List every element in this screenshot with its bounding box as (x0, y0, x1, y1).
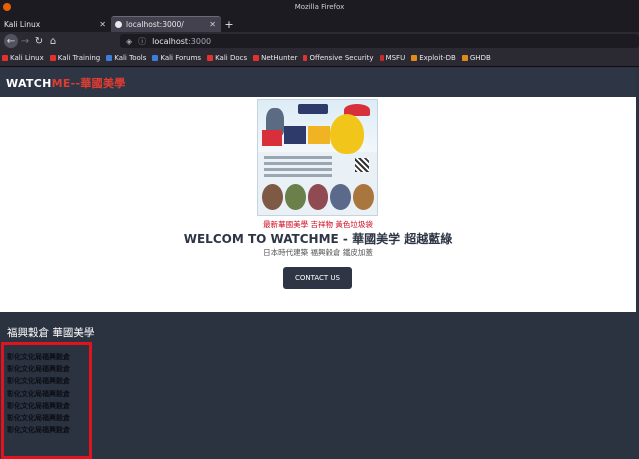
tab-localhost[interactable]: localhost:3000/ ✕ (111, 16, 221, 32)
bookmark-msfu[interactable]: MSFU (379, 54, 406, 62)
bookmark-label: Kali Docs (215, 54, 248, 62)
bookmark-ghdb[interactable]: GHDB (461, 54, 491, 62)
list-item: 彰化文化局福興穀倉 (7, 353, 70, 361)
poster-logo (298, 104, 328, 114)
exploitdb-icon (411, 55, 418, 61)
bookmark-label: Kali Forums (160, 54, 202, 62)
bookmark-label: Exploit-DB (419, 54, 456, 62)
page-info-icon[interactable]: ⓘ (138, 36, 146, 47)
poster-qr-code (355, 158, 369, 172)
url-port: :3000 (188, 36, 212, 46)
bookmark-kali-training[interactable]: Kali Training (49, 54, 101, 62)
hero-subtitle: 日本時代建築 福興穀倉 鐵皮加蓋 (263, 248, 373, 257)
promo-link[interactable]: 最新華國美學 吉祥物 黃色垃圾袋 (0, 219, 636, 230)
list-item: 彰化文化局福興穀倉 (7, 365, 70, 374)
bookmark-label: Offensive Security (309, 54, 374, 62)
site-header: WATCHME--華國美學 (0, 68, 636, 97)
kali-icon (106, 55, 113, 61)
url-bar[interactable]: ◈ ⓘ localhost:3000 (120, 34, 639, 48)
kali-icon (49, 55, 56, 61)
poster-title-block (308, 126, 330, 144)
offsec-icon (303, 55, 308, 61)
kali-icon (253, 55, 260, 61)
list-item: 彰化文化局福興穀倉 (7, 426, 70, 435)
hero-title: WELCOM TO WATCHME - 華國美学 超越藍綠 (183, 232, 453, 246)
tab-label: localhost:3000/ (126, 20, 184, 29)
granary-section: 福興穀倉 華國美學 彰化文化局福興穀倉 彰化文化局福興穀倉 彰化文化局福興穀倉 … (0, 312, 636, 459)
kali-icon (207, 55, 214, 61)
bookmark-offensive-security[interactable]: Offensive Security (303, 54, 374, 62)
close-icon[interactable]: ✕ (209, 20, 216, 29)
tab-strip: Kali Linux ✕ localhost:3000/ ✕ + (0, 14, 639, 32)
reload-button[interactable]: ↻ (32, 34, 46, 48)
poster-mascot (330, 114, 364, 154)
site-brand[interactable]: WATCHME--華國美學 (6, 75, 126, 91)
granary-list: 彰化文化局福興穀倉 彰化文化局福興穀倉 彰化文化局福興穀倉 彰化文化局福興穀倉 … (7, 351, 70, 436)
msfu-icon (379, 55, 384, 61)
window-titlebar: Mozilla Firefox (0, 0, 639, 14)
bookmark-label: Kali Training (57, 54, 101, 62)
hero-section: 最新華國美學 吉祥物 黃色垃圾袋 WELCOM TO WATCHME - 華國美… (0, 97, 636, 312)
bookmark-label: GHDB (469, 54, 491, 62)
list-item: 彰化文化局福興穀倉 (7, 401, 70, 410)
navigation-toolbar: ← → ↻ ⌂ ◈ ⓘ localhost:3000 (0, 32, 639, 50)
bookmarks-toolbar: Kali Linux Kali Training Kali Tools Kali… (0, 50, 639, 67)
list-item: 彰化文化局福興穀倉 (7, 414, 70, 423)
window-title: Mozilla Firefox (294, 3, 345, 11)
url-host: localhost (152, 36, 189, 46)
exploitdb-icon (461, 55, 468, 61)
poster-text-lines (264, 156, 332, 180)
mascot-poster-image (257, 99, 378, 216)
close-icon[interactable]: ✕ (99, 20, 106, 29)
tab-label: Kali Linux (4, 19, 41, 29)
brand-white-text: WATCH (6, 76, 52, 90)
list-item: 彰化文化局福興穀倉 (7, 389, 70, 398)
poster-title-block (284, 126, 306, 144)
bookmark-label: MSFU (385, 54, 406, 62)
bookmark-kali-linux[interactable]: Kali Linux (2, 54, 44, 62)
web-page: WATCHME--華國美學 最新華國美學 吉祥物 黃色垃圾袋 WELCOM TO… (0, 68, 636, 459)
contact-us-button[interactable]: CONTACT US (283, 267, 352, 289)
forward-button[interactable]: → (18, 34, 32, 48)
bookmark-kali-docs[interactable]: Kali Docs (207, 54, 247, 62)
brand-red-text: ME--華國美學 (51, 76, 126, 90)
home-button[interactable]: ⌂ (46, 34, 60, 48)
shield-icon[interactable]: ◈ (126, 37, 132, 46)
bookmark-label: Kali Tools (114, 54, 147, 62)
kali-icon (2, 55, 8, 61)
new-tab-button[interactable]: + (221, 16, 237, 32)
back-button[interactable]: ← (4, 34, 18, 48)
bookmark-label: NetHunter (261, 54, 298, 62)
poster-photo-row (262, 184, 374, 210)
poster-title-block (262, 130, 282, 146)
bookmark-exploit-db[interactable]: Exploit-DB (411, 54, 456, 62)
bookmark-label: Kali Linux (10, 54, 44, 62)
section-title: 福興穀倉 華國美學 (7, 327, 95, 339)
tab-kali-linux[interactable]: Kali Linux ✕ (0, 16, 111, 32)
bookmark-nethunter[interactable]: NetHunter (253, 54, 297, 62)
page-favicon-icon (115, 21, 122, 28)
bookmark-kali-tools[interactable]: Kali Tools (106, 54, 146, 62)
list-item: 彰化文化局福興穀倉 (7, 377, 70, 386)
bookmark-kali-forums[interactable]: Kali Forums (152, 54, 201, 62)
kali-icon (152, 55, 159, 61)
